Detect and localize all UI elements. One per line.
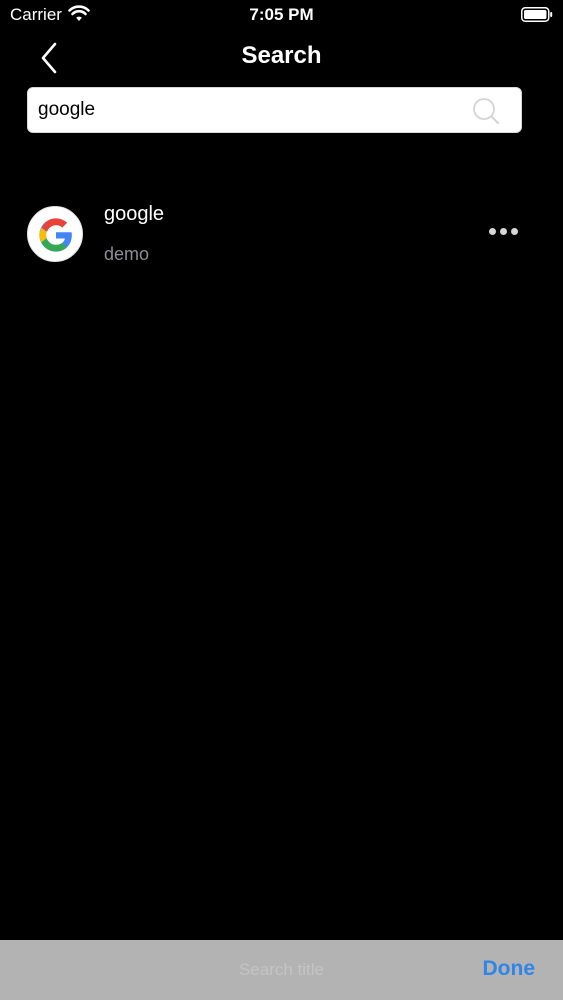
navigation-bar: Search [0,30,563,84]
more-options-icon[interactable] [489,228,525,240]
keyboard-toolbar: Search title Done [0,940,563,1000]
list-item-subtitle: demo [104,244,150,264]
search-screen: Carrier 7:05 PM Search google google dem… [0,0,563,1000]
list-item-title: google [104,203,165,225]
done-button[interactable]: Done [483,957,536,981]
status-bar: Carrier 7:05 PM [0,0,563,30]
list-item[interactable]: google demo [0,190,563,280]
status-time: 7:05 PM [249,5,314,24]
page-title: Search [241,42,322,69]
search-field[interactable] [27,87,522,133]
search-icon[interactable] [471,96,501,126]
search-input[interactable] [38,88,468,132]
battery-icon [521,7,553,22]
google-logo-icon [39,218,72,252]
toolbar-placeholder: Search title [238,960,325,979]
avatar [27,206,83,262]
